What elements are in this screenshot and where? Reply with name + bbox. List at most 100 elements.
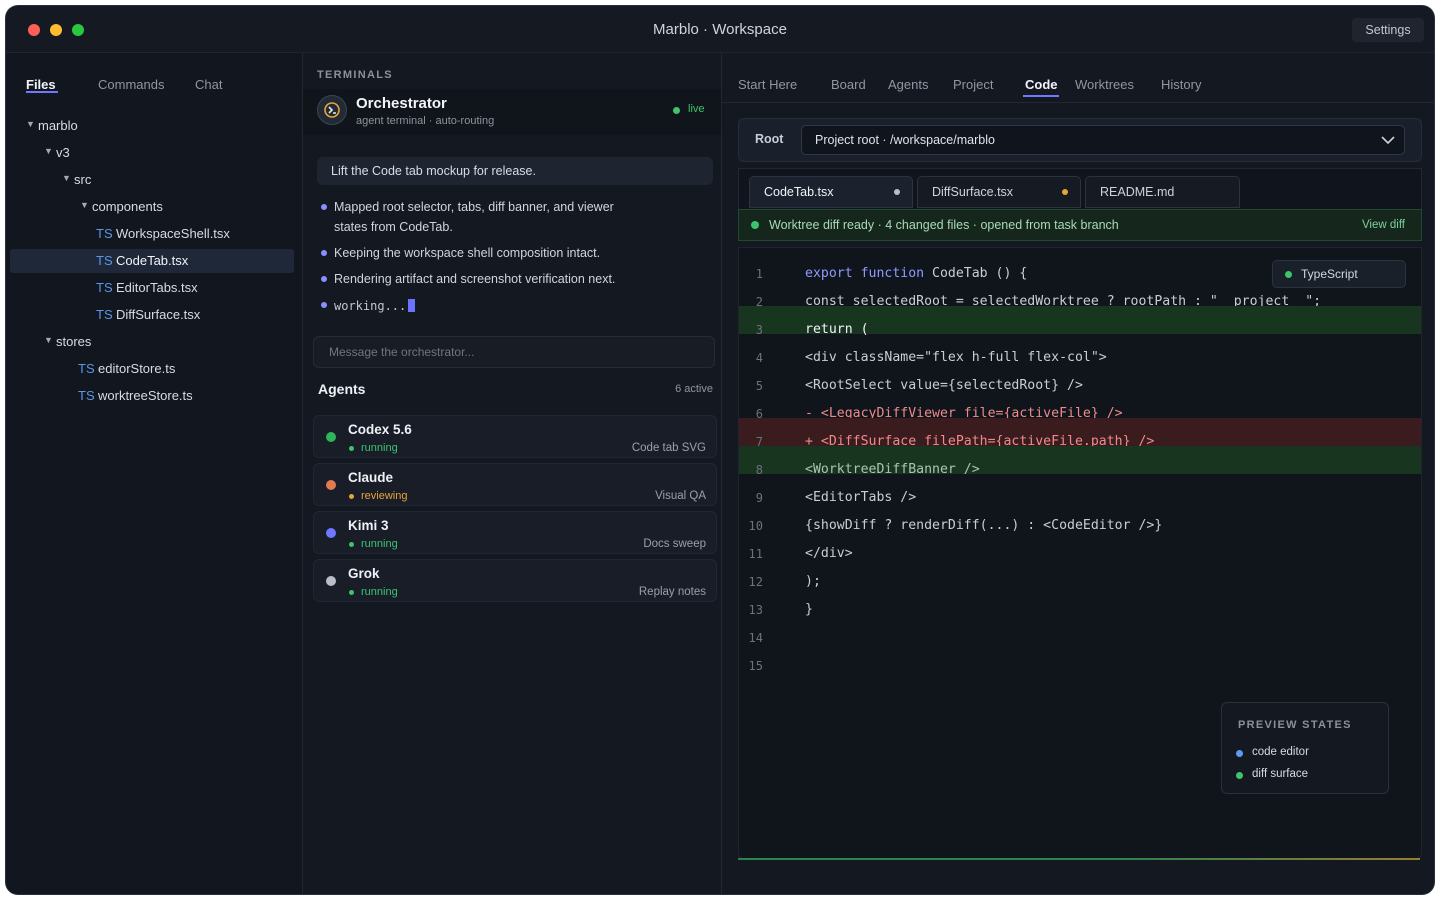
tree-item-label: src xyxy=(74,172,92,187)
file-tab-codetab[interactable]: CodeTab.tsx xyxy=(749,176,913,208)
active-tab-indicator xyxy=(1023,95,1059,97)
bullet-icon xyxy=(321,250,327,256)
line-number: 5 xyxy=(755,379,763,393)
file-explorer-panel: Files Commands Chat ▼ marblo ▼ v3 ▼ src … xyxy=(6,53,303,894)
line-number: 15 xyxy=(748,659,763,673)
code-editor[interactable]: 1 export function CodeTab () { 2 const sel… xyxy=(738,247,1422,859)
file-tab-diffsurface[interactable]: DiffSurface.tsx xyxy=(917,176,1081,208)
typescript-file-icon: TS xyxy=(96,280,113,295)
banner-text: Worktree diff ready · 4 changed files · … xyxy=(769,218,1119,232)
tree-file-worktreestore[interactable]: TS worktreeStore.ts xyxy=(10,384,294,408)
tree-item-label: worktreeStore.ts xyxy=(98,388,193,403)
line-number: 14 xyxy=(748,631,763,645)
tree-item-label: CodeTab.tsx xyxy=(116,253,189,268)
code-line: 10 {showDiff ? renderDiff(...) : <CodeEdi… xyxy=(739,512,1421,540)
tab-chat[interactable]: Chat xyxy=(195,77,222,92)
app-window: Marblo · Workspace Settings Files Comman… xyxy=(6,6,1434,894)
line-number: 10 xyxy=(748,519,763,533)
agent-card-codex[interactable]: Codex 5.6 running Code tab SVG xyxy=(313,415,717,458)
orchestrator-message-input[interactable]: Message the orchestrator... xyxy=(313,336,715,368)
tree-folder-src[interactable]: ▼ src xyxy=(10,168,294,192)
tab-code[interactable]: Code xyxy=(1025,77,1058,92)
tab-board[interactable]: Board xyxy=(831,77,866,92)
code-text-rest: CodeTab () { xyxy=(924,266,1028,281)
line-number: 8 xyxy=(755,463,763,477)
code-line: 4 <div className="flex h-full flex-col"> xyxy=(739,344,1421,372)
tree-folder-stores[interactable]: ▼ stores xyxy=(10,330,294,354)
bullet-icon xyxy=(321,276,327,282)
code-line: 12); xyxy=(739,568,1421,596)
file-tab-label: CodeTab.tsx xyxy=(764,185,834,199)
agent-card-kimi[interactable]: Kimi 3 running Docs sweep xyxy=(313,511,717,554)
orchestrator-name: Orchestrator xyxy=(356,95,447,112)
status-dot xyxy=(349,542,354,547)
agent-name: Grok xyxy=(348,566,380,581)
input-placeholder: Message the orchestrator... xyxy=(329,345,475,359)
agent-status: reviewing xyxy=(361,490,408,502)
tree-folder-marblo[interactable]: ▼ marblo xyxy=(10,114,294,138)
live-status-label: live xyxy=(688,103,705,115)
tree-folder-components[interactable]: ▼ components xyxy=(10,195,294,219)
terminal-cursor xyxy=(408,299,416,312)
tab-project[interactable]: Project xyxy=(953,77,993,92)
working-indicator: working... xyxy=(334,299,416,313)
section-label: TERMINALS xyxy=(317,69,393,81)
agent-task: Visual QA xyxy=(655,490,706,502)
tree-item-label: EditorTabs.tsx xyxy=(116,280,198,295)
agent-avatar-dot xyxy=(326,576,336,586)
code-text: {showDiff ? renderDiff(...) : <CodeEdito… xyxy=(805,518,1163,533)
agent-card-claude[interactable]: Claude reviewing Visual QA xyxy=(313,463,717,506)
working-text: working... xyxy=(334,299,407,313)
tree-file-diffsurface[interactable]: TS DiffSurface.tsx xyxy=(10,303,294,327)
settings-button[interactable]: Settings xyxy=(1352,18,1424,42)
active-tab-indicator xyxy=(26,91,58,93)
terminals-panel: TERMINALS Orchestrator agent terminal · … xyxy=(303,53,722,894)
line-number: 11 xyxy=(748,547,763,561)
tree-file-workspaceshell[interactable]: TS WorkspaceShell.tsx xyxy=(10,222,294,246)
tree-file-editorstore[interactable]: TS editorStore.ts xyxy=(10,357,294,381)
file-tab-label: README.md xyxy=(1100,185,1175,199)
preview-state-diff-surface[interactable]: diff surface xyxy=(1252,768,1308,780)
root-select-value: Project root · /workspace/marblo xyxy=(815,133,995,147)
language-badge[interactable]: TypeScript xyxy=(1272,260,1406,288)
typescript-file-icon: TS xyxy=(96,307,113,322)
code-text: ); xyxy=(805,574,821,589)
agent-card-grok[interactable]: Grok running Replay notes xyxy=(313,559,717,602)
tree-file-codetab[interactable]: TS CodeTab.tsx xyxy=(10,249,294,273)
view-diff-link[interactable]: View diff xyxy=(1362,210,1405,240)
code-keyword: export function xyxy=(805,266,925,281)
chevron-down-icon: ▼ xyxy=(44,146,53,156)
root-selector-bar: Root Project root · /workspace/marblo xyxy=(738,118,1422,162)
prompt-text: Lift the Code tab mockup for release. xyxy=(331,164,536,178)
worktree-diff-banner: Worktree diff ready · 4 changed files · … xyxy=(738,209,1422,241)
tab-commands[interactable]: Commands xyxy=(98,77,164,92)
preview-states-title: PREVIEW STATES xyxy=(1238,719,1352,731)
orchestrator-subtitle: agent terminal · auto-routing xyxy=(356,115,495,127)
modified-dot xyxy=(894,189,900,195)
file-tab-readme[interactable]: README.md xyxy=(1085,176,1240,208)
code-text: <RootSelect value={selectedRoot} /> xyxy=(805,378,1083,393)
agent-name: Codex 5.6 xyxy=(348,422,412,437)
tree-item-label: WorkspaceShell.tsx xyxy=(116,226,230,241)
tree-folder-v3[interactable]: ▼ v3 xyxy=(10,141,294,165)
agent-name: Kimi 3 xyxy=(348,518,389,533)
typescript-file-icon: TS xyxy=(96,253,113,268)
typescript-file-icon: TS xyxy=(78,388,95,403)
tab-history[interactable]: History xyxy=(1161,77,1201,92)
root-select[interactable]: Project root · /workspace/marblo xyxy=(801,125,1405,155)
preview-state-code-editor[interactable]: code editor xyxy=(1252,746,1309,758)
chevron-down-icon: ▼ xyxy=(80,200,89,210)
tab-files[interactable]: Files xyxy=(26,77,56,92)
agent-name: Claude xyxy=(348,470,394,485)
chevron-down-icon: ▼ xyxy=(26,119,35,129)
tree-file-editortabs[interactable]: TS EditorTabs.tsx xyxy=(10,276,294,300)
tree-item-label: editorStore.ts xyxy=(98,361,176,376)
tree-item-label: DiffSurface.tsx xyxy=(116,307,201,322)
tab-agents[interactable]: Agents xyxy=(888,77,928,92)
code-line: 15 xyxy=(739,652,1421,680)
agents-count: 6 active xyxy=(675,383,713,395)
status-dot xyxy=(349,494,354,499)
tab-worktrees[interactable]: Worktrees xyxy=(1075,77,1134,92)
tab-start-here[interactable]: Start Here xyxy=(738,77,797,92)
bullet-icon xyxy=(321,204,327,210)
